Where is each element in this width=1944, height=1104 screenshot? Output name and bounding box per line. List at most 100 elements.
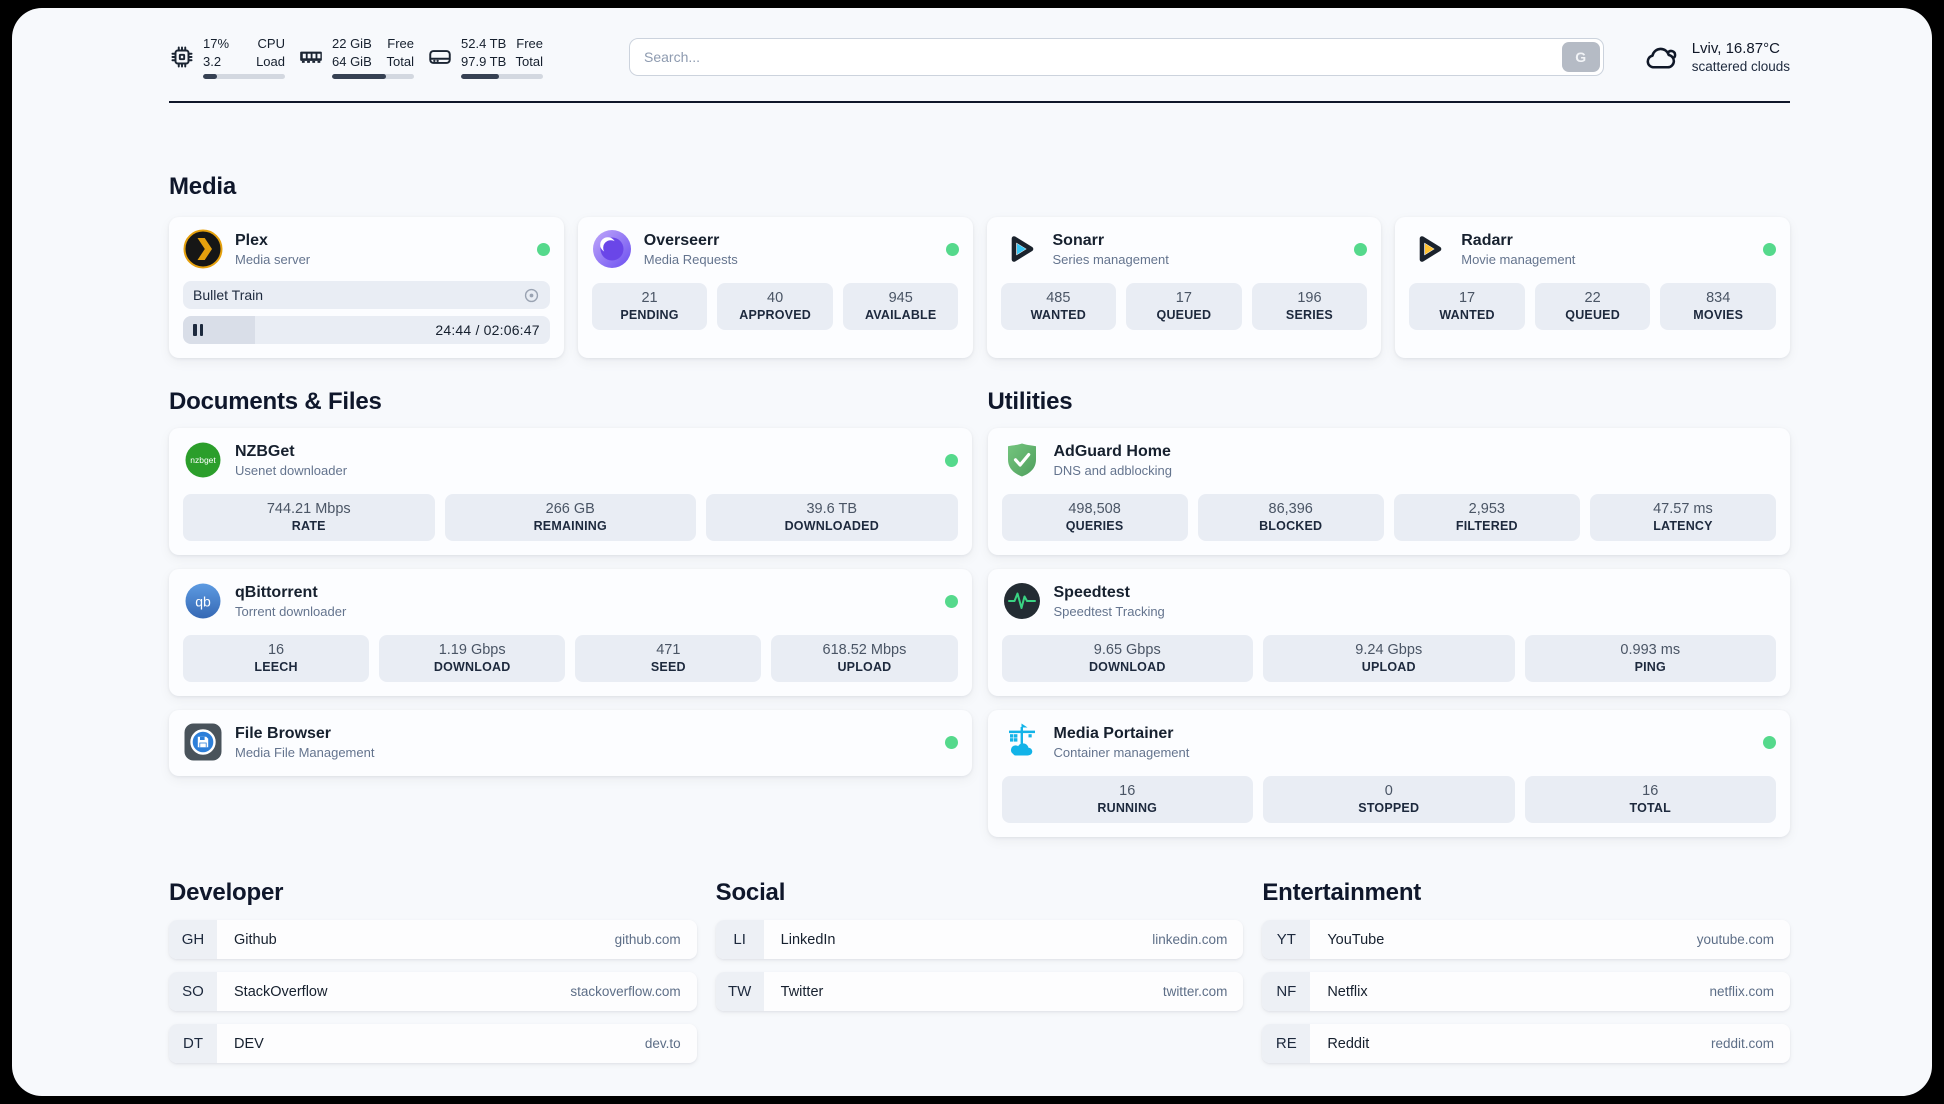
middle-sections: Documents & Files nzbget NZBGet Usenet d… (169, 388, 1790, 838)
service-link-speedtest[interactable]: Speedtest Speedtest Tracking (1002, 581, 1777, 621)
cpu-label: CPU (257, 36, 285, 51)
stat-block: 0.993 ms PING (1524, 635, 1776, 683)
service-stats: 498,508 QUERIES 86,396 BLOCKED 2,953 FIL… (1001, 494, 1776, 542)
memory-values: 22 GiB 64 GiB (332, 35, 372, 70)
service-link-plex[interactable]: Plex Media server (183, 229, 550, 269)
now-playing-row: Bullet Train (183, 281, 550, 310)
status-dot-online (945, 242, 959, 256)
section-title-entertainment: Entertainment (1262, 879, 1422, 907)
service-link-filebrowser[interactable]: File Browser Media File Management (183, 722, 958, 762)
stat-label: DOWNLOAD (433, 660, 511, 675)
cpu-values: 17% 3.2 (203, 35, 229, 70)
cpu-load-label: Load (256, 53, 285, 69)
qbittorrent-icon-text: qb (195, 594, 211, 610)
bookmark-netflix[interactable]: NF Netflix netflix.com (1262, 972, 1790, 1012)
stat-label: QUERIES (1065, 519, 1124, 534)
service-link-nzbget[interactable]: nzbget NZBGet Usenet downloader (183, 440, 958, 480)
stat-value: 9.24 Gbps (1355, 642, 1423, 659)
stat-value: 945 (888, 290, 913, 307)
bookmark-url: stackoverflow.com (570, 984, 681, 1000)
bookmark-abbr: LI (715, 920, 764, 960)
stat-block: 9.24 Gbps UPLOAD (1263, 635, 1515, 683)
stat-value: 1.19 Gbps (438, 642, 506, 659)
stat-value: 16 (267, 642, 285, 659)
service-link-sonarr[interactable]: Sonarr Series management (1001, 229, 1368, 269)
bookmark-linkedin[interactable]: LI LinkedIn linkedin.com (715, 920, 1244, 960)
filebrowser-icon (183, 722, 223, 762)
memory-progressbar (332, 74, 414, 80)
disk-labels: Free Total (516, 35, 543, 70)
nzbget-icon-text: nzbget (190, 455, 216, 465)
service-card-sonarr: Sonarr Series management 485 WANTED 17 Q… (986, 217, 1382, 359)
service-description: DNS and adblocking (1053, 463, 1173, 479)
stat-value: 39.6 TB (806, 501, 858, 518)
bookmark-url: netflix.com (1709, 984, 1774, 1000)
search-provider-button[interactable]: G (1561, 42, 1600, 73)
service-card-plex: Plex Media server Bullet Train 24:44 / 0… (169, 217, 564, 359)
service-link-radarr[interactable]: Radarr Movie management (1409, 229, 1776, 269)
service-link-overseerr[interactable]: Overseerr Media Requests (592, 229, 959, 269)
bookmark-url: reddit.com (1710, 1036, 1774, 1052)
stat-block: 471 SEED (575, 635, 762, 683)
weather-condition: scattered clouds (1691, 59, 1790, 75)
bookmark-name: Netflix (1327, 983, 1368, 1000)
service-meta: File Browser Media File Management (235, 724, 374, 760)
stat-label: FILTERED (1455, 519, 1518, 534)
weather-widget: Lviv, 16.87°C scattered clouds (1642, 38, 1790, 76)
bookmark-reddit[interactable]: RE Reddit reddit.com (1262, 1024, 1790, 1064)
cpu-progressbar (203, 74, 285, 80)
stat-block: 16 LEECH (183, 635, 370, 683)
service-link-portainer[interactable]: Media Portainer Container management (1002, 722, 1776, 762)
disk-icon (427, 44, 453, 70)
stat-label: APPROVED (739, 308, 811, 323)
stat-block: 86,396 BLOCKED (1197, 494, 1384, 542)
bookmark-url: github.com (614, 932, 681, 948)
service-name: NZBGet (235, 443, 295, 460)
status-dot-online (1763, 735, 1776, 749)
bookmark-name: Twitter (780, 983, 824, 1000)
bookmark-github[interactable]: GH Github github.com (169, 920, 697, 960)
stat-label: PENDING (620, 308, 679, 323)
memory-free-label: Free (387, 36, 414, 51)
stat-block: 266 GB REMAINING (444, 494, 696, 542)
now-playing-title: Bullet Train (193, 287, 264, 304)
stat-value: 0.993 ms (1620, 642, 1681, 659)
service-stats: 16 LEECH 1.19 Gbps DOWNLOAD 471 SEED 618… (183, 635, 958, 683)
speedtest-icon (1002, 581, 1042, 621)
widget-cpu: 17% 3.2 CPU Load (169, 35, 285, 80)
stat-block: 40 APPROVED (717, 283, 833, 331)
bookmark-abbr: RE (1262, 1024, 1311, 1064)
stat-value: 0 (1384, 783, 1393, 800)
stat-label: MOVIES (1693, 308, 1744, 323)
disk-free-label: Free (516, 36, 543, 51)
cpu-rows: 17% 3.2 CPU Load (203, 35, 285, 70)
bookmark-stackoverflow[interactable]: SO StackOverflow stackoverflow.com (169, 972, 697, 1012)
section-title-social: Social (715, 879, 786, 907)
memory-labels: Free Total (387, 35, 414, 70)
stat-block: 196 SERIES (1251, 283, 1368, 331)
service-link-qbittorrent[interactable]: qb qBittorrent Torrent downloader (183, 581, 958, 621)
section-social: Social LI LinkedIn linkedin.com TW Twitt… (715, 879, 1244, 1063)
widget-disk: 52.4 TB 97.9 TB Free Total (427, 35, 543, 80)
bookmark-dev[interactable]: DT DEV dev.to (169, 1024, 697, 1064)
topbar-divider (169, 101, 1790, 104)
now-playing-icon[interactable] (523, 287, 540, 304)
stat-block: 744.21 Mbps RATE (183, 494, 435, 542)
stat-label: WANTED (1439, 308, 1495, 323)
section-media: Media Plex Media server Bullet Train 24:… (169, 173, 1790, 359)
service-link-adguard[interactable]: AdGuard Home DNS and adblocking (1002, 440, 1777, 480)
bookmark-abbr: SO (169, 972, 217, 1012)
service-description: Torrent downloader (235, 604, 347, 620)
memory-progress-fill (332, 74, 387, 80)
bookmark-url: youtube.com (1696, 932, 1774, 948)
disk-free-value: 52.4 TB (461, 36, 507, 51)
search-input[interactable] (629, 38, 1604, 77)
service-meta: Overseerr Media Requests (644, 231, 738, 267)
stat-value: 21 (641, 290, 658, 307)
stat-label: RUNNING (1097, 801, 1158, 816)
cpu-load-value: 3.2 (203, 53, 222, 69)
status-dot-online (536, 242, 550, 256)
pause-icon[interactable] (193, 324, 203, 337)
bookmark-twitter[interactable]: TW Twitter twitter.com (715, 972, 1244, 1012)
bookmark-youtube[interactable]: YT YouTube youtube.com (1262, 920, 1790, 960)
